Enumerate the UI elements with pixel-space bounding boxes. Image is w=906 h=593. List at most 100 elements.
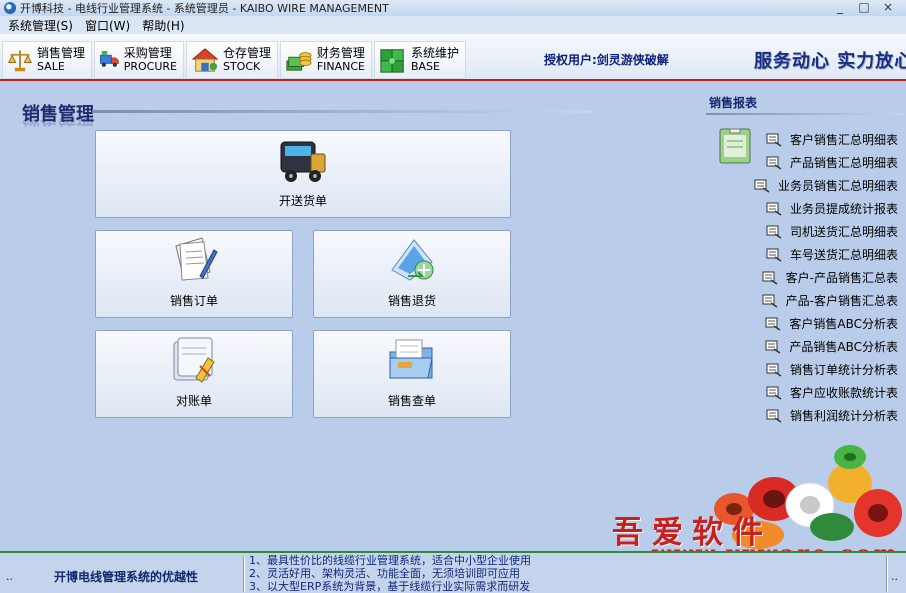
status-lines: 1、最具性价比的线缆行业管理系统，适合中小型企业使用 2、灵活好用、架构灵活、功… bbox=[249, 554, 531, 593]
report-doc-icon bbox=[754, 179, 770, 193]
status-line-2: 2、灵活好用、架构灵活、功能全面，无须培训即可应用 bbox=[249, 567, 520, 580]
sales-query-button[interactable]: 销售查单 bbox=[313, 330, 511, 418]
report-link-label: 司机送货汇总明细表 bbox=[789, 225, 898, 239]
report-link-label: 客户-产品销售汇总表 bbox=[785, 271, 898, 285]
app-icon bbox=[4, 2, 16, 14]
module-sale-button[interactable]: 销售管理 SALE bbox=[2, 41, 92, 79]
title-divider bbox=[92, 110, 592, 113]
statement-button[interactable]: 对账单 bbox=[95, 330, 293, 418]
report-doc-icon bbox=[765, 340, 781, 354]
module-procure-label: 采购管理 bbox=[123, 46, 172, 60]
folder-search-icon bbox=[389, 339, 433, 379]
status-dots-right: .. bbox=[891, 570, 898, 583]
report-link[interactable]: 车号送货汇总明细表 bbox=[754, 243, 898, 266]
report-doc-icon bbox=[766, 409, 782, 423]
report-link-label: 业务员销售汇总明细表 bbox=[777, 179, 898, 193]
report-link[interactable]: 客户-产品销售汇总表 bbox=[754, 266, 898, 289]
status-bar: .. 开博电线管理系统的优越性 1、最具性价比的线缆行业管理系统，适合中小型企业… bbox=[0, 551, 906, 593]
module-base-sublabel: BASE bbox=[410, 60, 440, 73]
title-bar: 开博科技 - 电线行业管理系统 - 系统管理员 - KAIBO WIRE MAN… bbox=[0, 0, 906, 16]
report-link-label: 产品销售汇总明细表 bbox=[789, 156, 898, 170]
auth-user-text: 授权用户:剑灵游侠破解 bbox=[544, 53, 669, 67]
return-icon bbox=[391, 239, 434, 281]
module-stock-button[interactable]: 仓存管理 STOCK bbox=[186, 41, 278, 79]
module-procure-button[interactable]: 采购管理 PROCURE bbox=[94, 41, 184, 79]
menu-system[interactable]: 系统管理(S) bbox=[8, 17, 73, 34]
report-link[interactable]: 产品销售ABC分析表 bbox=[754, 335, 898, 358]
report-link[interactable]: 业务员销售汇总明细表 bbox=[754, 174, 898, 197]
sales-return-button[interactable]: 销售退货 bbox=[313, 230, 511, 318]
maximize-button[interactable]: □ bbox=[852, 0, 876, 16]
status-dots-left: .. bbox=[6, 570, 13, 583]
report-link-label: 客户应收账款统计表 bbox=[789, 386, 898, 400]
report-link[interactable]: 客户销售ABC分析表 bbox=[754, 312, 898, 335]
report-doc-icon bbox=[766, 156, 782, 170]
status-line-3: 3、以大型ERP系统为背景，基于线缆行业实际需求而研发 bbox=[249, 580, 531, 593]
report-link[interactable]: 销售利润统计分析表 bbox=[754, 404, 898, 427]
report-link-label: 车号送货汇总明细表 bbox=[789, 248, 898, 262]
report-link-label: 产品-客户销售汇总表 bbox=[785, 294, 898, 308]
delivery-note-label: 开送货单 bbox=[278, 194, 327, 208]
document-pen-icon bbox=[175, 237, 218, 281]
sales-order-label: 销售订单 bbox=[169, 294, 218, 308]
scale-icon bbox=[8, 50, 32, 72]
report-link[interactable]: 产品销售汇总明细表 bbox=[754, 151, 898, 174]
sales-order-button[interactable]: 销售订单 bbox=[95, 230, 293, 318]
menu-window[interactable]: 窗口(W) bbox=[85, 17, 130, 34]
report-link[interactable]: 产品-客户销售汇总表 bbox=[754, 289, 898, 312]
menu-bar: 系统管理(S) 窗口(W) 帮助(H) bbox=[0, 16, 906, 34]
reconcile-icon bbox=[173, 337, 215, 383]
status-separator bbox=[886, 556, 888, 592]
module-stock-label: 仓存管理 bbox=[222, 46, 271, 60]
window-controls: _ □ × bbox=[828, 0, 900, 16]
report-doc-icon bbox=[766, 248, 782, 262]
report-doc-icon bbox=[766, 202, 782, 216]
statement-label: 对账单 bbox=[175, 394, 212, 408]
report-doc-icon bbox=[766, 363, 782, 377]
page-title-reflection: 销售管理 bbox=[22, 117, 94, 131]
report-list: 客户销售汇总明细表 产品销售汇总明细表业务员销售汇总明细表业务员提成统计报表 司机送… bbox=[754, 128, 898, 427]
module-finance-label: 财务管理 bbox=[316, 46, 365, 60]
report-link-label: 业务员提成统计报表 bbox=[789, 202, 898, 216]
module-sale-sublabel: SALE bbox=[36, 60, 65, 73]
sales-return-label: 销售退货 bbox=[387, 294, 436, 308]
module-stock-sublabel: STOCK bbox=[222, 60, 261, 73]
module-procure-sublabel: PROCURE bbox=[123, 60, 177, 73]
report-doc-icon bbox=[766, 225, 782, 239]
module-sale-label: 销售管理 bbox=[36, 46, 85, 60]
report-link-label: 客户销售ABC分析表 bbox=[789, 317, 898, 331]
warehouse-icon bbox=[191, 48, 219, 72]
report-link[interactable]: 销售订单统计分析表 bbox=[754, 358, 898, 381]
module-finance-button[interactable]: 财务管理 FINANCE bbox=[280, 41, 372, 79]
report-link-label: 销售订单统计分析表 bbox=[789, 363, 898, 377]
money-icon bbox=[286, 52, 312, 71]
report-doc-icon bbox=[765, 317, 781, 331]
report-panel-title: 销售报表 bbox=[709, 96, 758, 110]
truck-icon bbox=[280, 141, 326, 182]
truck-icon bbox=[100, 51, 119, 67]
report-link-label: 产品销售ABC分析表 bbox=[789, 340, 898, 354]
slogan-text: 服务动心 实力放心 bbox=[754, 51, 906, 72]
report-link[interactable]: 业务员提成统计报表 bbox=[754, 197, 898, 220]
module-base-button[interactable]: 系统维护 BASE bbox=[374, 41, 466, 79]
report-link[interactable]: 客户销售汇总明细表 bbox=[754, 128, 898, 151]
report-link[interactable]: 司机送货汇总明细表 bbox=[754, 220, 898, 243]
report-link-label: 销售利润统计分析表 bbox=[789, 409, 898, 423]
sales-query-label: 销售查单 bbox=[387, 394, 436, 408]
report-link[interactable]: 客户应收账款统计表 bbox=[754, 381, 898, 404]
window-title: 开博科技 - 电线行业管理系统 - 系统管理员 - KAIBO WIRE MAN… bbox=[20, 2, 389, 15]
module-base-label: 系统维护 bbox=[410, 46, 459, 60]
report-link-label: 客户销售汇总明细表 bbox=[789, 133, 898, 147]
status-line-1: 1、最具性价比的线缆行业管理系统，适合中小型企业使用 bbox=[249, 554, 531, 567]
report-book-icon bbox=[719, 128, 751, 164]
puzzle-icon bbox=[380, 49, 404, 73]
status-title: 开博电线管理系统的优越性 bbox=[54, 570, 199, 584]
delivery-note-button[interactable]: 开送货单 bbox=[95, 130, 511, 218]
module-finance-sublabel: FINANCE bbox=[316, 60, 365, 73]
report-doc-icon bbox=[766, 133, 782, 147]
report-divider bbox=[706, 113, 904, 115]
minimize-button[interactable]: _ bbox=[828, 0, 852, 16]
report-doc-icon bbox=[762, 271, 778, 285]
menu-help[interactable]: 帮助(H) bbox=[142, 17, 184, 34]
close-button[interactable]: × bbox=[876, 0, 900, 16]
